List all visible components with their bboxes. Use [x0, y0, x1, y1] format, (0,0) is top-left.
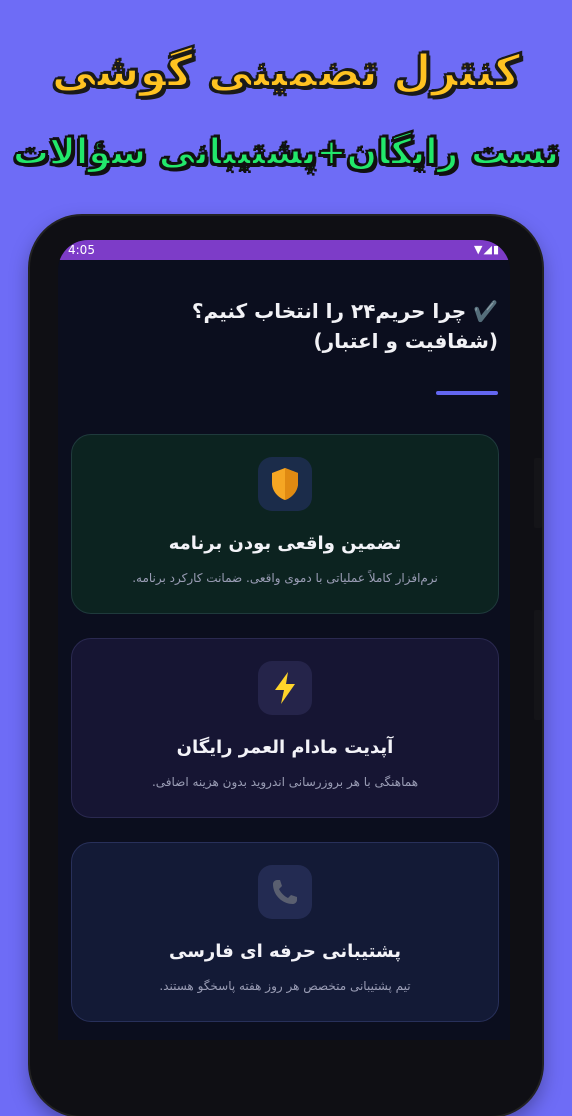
card-description: هماهنگی با هر بروزرسانی اندروید بدون هزی…: [151, 775, 419, 789]
status-time: 4:05: [68, 243, 95, 257]
card-title: تضمین واقعی بودن برنامه: [168, 533, 402, 554]
section-heading-line2: (شفافیت و اعتبار): [313, 329, 498, 353]
card-title: آپدیت مادام العمر رایگان: [176, 737, 394, 758]
promo-title: کنترل تضمینی گوشی: [51, 45, 521, 98]
status-icons: ▼◢▮: [474, 240, 500, 260]
phone-screen: 4:05 ▼◢▮ ✔️ چرا حریم۲۴ را انتخاب کنیم؟ (…: [58, 240, 510, 1040]
section-heading-line1: ✔️ چرا حریم۲۴ را انتخاب کنیم؟: [191, 299, 498, 323]
card-description: تیم پشتیبانی متخصص هر روز هفته پاسخگو هس…: [159, 979, 411, 993]
section-heading: ✔️ چرا حریم۲۴ را انتخاب کنیم؟ (شفافیت و …: [78, 296, 498, 356]
heading-underline: [436, 391, 498, 395]
phone-icon: [258, 865, 312, 919]
feature-card-support[interactable]: پشتیبانی حرفه ای فارسی تیم پشتیبانی متخص…: [71, 842, 499, 1022]
card-title: پشتیبانی حرفه ای فارسی: [168, 941, 401, 962]
phone-side-button: [534, 458, 542, 528]
card-description: نرم‌افزار کاملاً عملیاتی با دموی واقعی. …: [132, 571, 438, 585]
phone-side-button: [534, 610, 542, 720]
signal-icon: ◢: [483, 243, 493, 256]
promo-subtitle: تست رایگان+پشتیبانی سؤالات: [12, 131, 560, 174]
feature-card-guarantee[interactable]: تضمین واقعی بودن برنامه نرم‌افزار کاملاً…: [71, 434, 499, 614]
shield-icon: [258, 457, 312, 511]
battery-icon: ▮: [492, 243, 500, 256]
lightning-icon: [258, 661, 312, 715]
status-bar: 4:05 ▼◢▮: [58, 240, 510, 260]
feature-card-updates[interactable]: آپدیت مادام العمر رایگان هماهنگی با هر ب…: [71, 638, 499, 818]
